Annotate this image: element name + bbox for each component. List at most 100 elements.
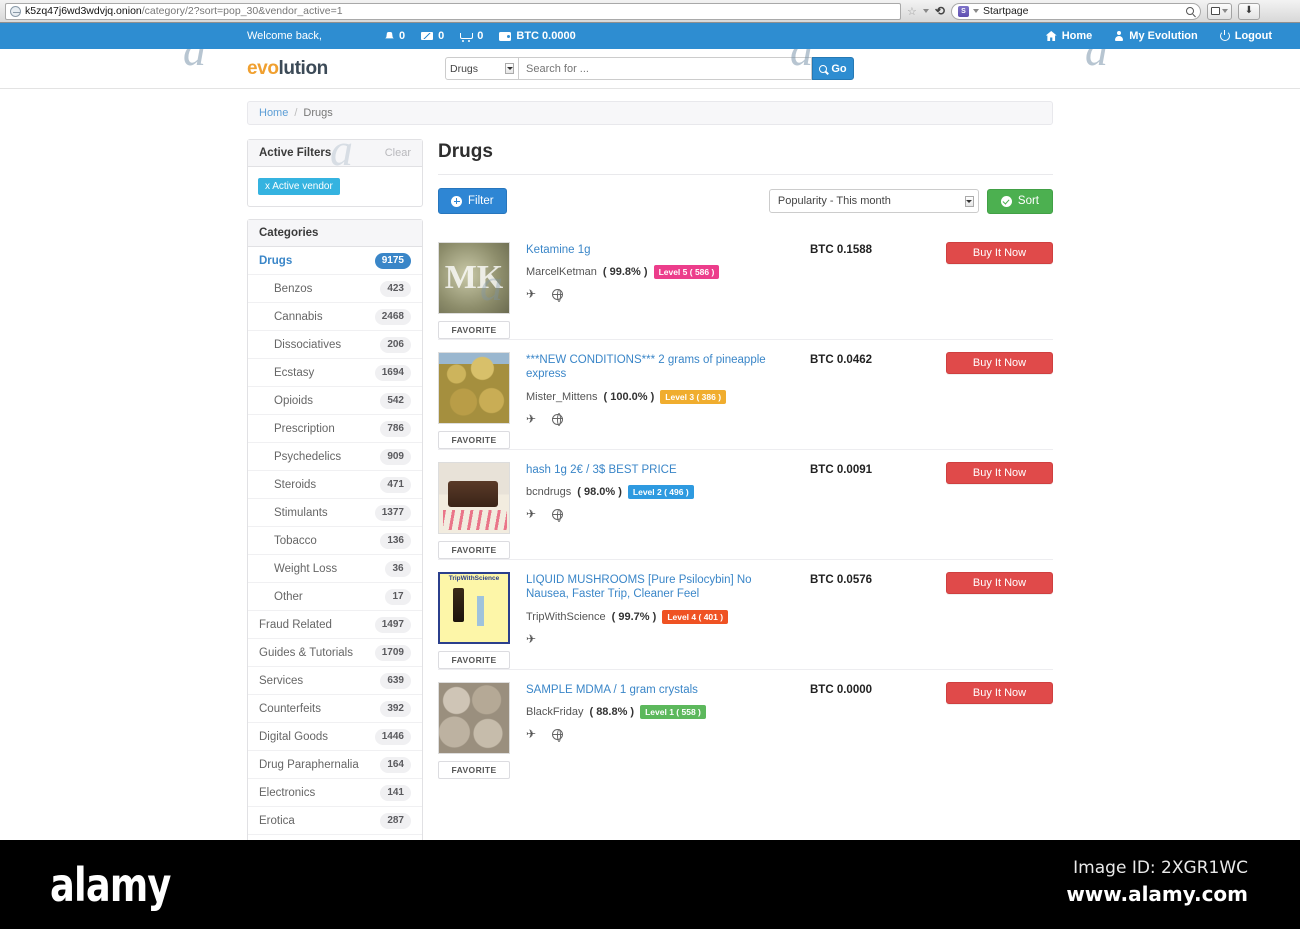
topbar-stats: 0 0 0 BTC 0.0000 xyxy=(385,30,576,42)
nav-logout[interactable]: Logout xyxy=(1219,30,1272,42)
download-button[interactable]: ⬇ xyxy=(1237,2,1260,20)
sidebar-category-psychedelics[interactable]: Psychedelics 909 xyxy=(248,443,422,471)
cart-stat[interactable]: 0 xyxy=(460,30,483,42)
download-icon: ⬇ xyxy=(1244,5,1254,16)
sidebar-category-counterfeits[interactable]: Counterfeits 392 xyxy=(248,695,422,723)
reload-icon[interactable]: ⟳ xyxy=(935,4,945,18)
site-header: evolution Drugs Go xyxy=(0,49,1300,89)
favorite-button[interactable]: FAVORITE xyxy=(438,761,510,779)
vendor-level-badge: Level 4 ( 401 ) xyxy=(662,609,729,624)
listing-thumbnail[interactable] xyxy=(438,682,510,754)
sidebar-category-steroids[interactable]: Steroids 471 xyxy=(248,471,422,499)
sidebar-category-fraud-related[interactable]: Fraud Related 1497 xyxy=(248,611,422,639)
nav-my-evolution[interactable]: My Evolution xyxy=(1114,30,1198,42)
category-count-badge: 2468 xyxy=(374,308,411,325)
sidebar-category-benzos[interactable]: Benzos 423 xyxy=(248,275,422,303)
listing-thumbnail[interactable] xyxy=(438,352,510,424)
vendor-name[interactable]: bcndrugs xyxy=(526,486,571,498)
buy-it-now-button[interactable]: Buy It Now xyxy=(946,462,1053,484)
sidebar-category-cannabis[interactable]: Cannabis 2468 xyxy=(248,303,422,331)
favorite-button[interactable]: FAVORITE xyxy=(438,541,510,559)
sidebar-category-tobacco[interactable]: Tobacco 136 xyxy=(248,527,422,555)
sidebar-category-services[interactable]: Services 639 xyxy=(248,667,422,695)
favorite-button[interactable]: FAVORITE xyxy=(438,321,510,339)
sort-button[interactable]: Sort xyxy=(986,188,1053,214)
sidebar-category-stimulants[interactable]: Stimulants 1377 xyxy=(248,499,422,527)
listing-thumbnail[interactable] xyxy=(438,462,510,534)
buy-it-now-button[interactable]: Buy It Now xyxy=(946,572,1053,594)
sidebar-category-electronics[interactable]: Electronics 141 xyxy=(248,779,422,807)
listing-thumbnail-column: FAVORITE xyxy=(438,682,510,779)
sidebar-category-ecstasy[interactable]: Ecstasy 1694 xyxy=(248,359,422,387)
balance-stat[interactable]: BTC 0.0000 xyxy=(499,30,576,42)
buy-it-now-button[interactable]: Buy It Now xyxy=(946,352,1053,374)
sidebar-category-drugs[interactable]: Drugs 9175 xyxy=(248,247,422,275)
sidebar-category-digital-goods[interactable]: Digital Goods 1446 xyxy=(248,723,422,751)
vendor-name[interactable]: Mister_Mittens xyxy=(526,391,598,403)
breadcrumb-home[interactable]: Home xyxy=(259,107,288,119)
vendor-rating: ( 100.0% ) xyxy=(603,390,655,403)
category-count-badge: 164 xyxy=(380,756,411,773)
category-count-badge: 392 xyxy=(380,700,411,717)
listing-title-link[interactable]: SAMPLE MDMA / 1 gram crystals xyxy=(526,683,794,697)
listing-buy-column: Buy It Now xyxy=(946,352,1053,449)
clear-filters-button[interactable]: Clear xyxy=(385,147,411,159)
category-label: Dissociatives xyxy=(274,338,342,351)
category-count-badge: 1709 xyxy=(374,644,411,661)
listing-price: BTC 0.0576 xyxy=(810,574,873,586)
buy-it-now-button[interactable]: Buy It Now xyxy=(946,242,1053,264)
vendor-rating: ( 98.0% ) xyxy=(577,486,622,499)
site-logo[interactable]: evolution xyxy=(247,58,328,80)
category-label: Weight Loss xyxy=(274,562,338,575)
vendor-name[interactable]: TripWithScience xyxy=(526,611,606,623)
welcome-text: Welcome back, xyxy=(247,30,322,42)
active-filters-header: Active Filters Clear xyxy=(248,140,422,167)
favorite-button[interactable]: FAVORITE xyxy=(438,431,510,449)
category-count-badge: 1446 xyxy=(374,728,411,745)
favorite-button[interactable]: FAVORITE xyxy=(438,651,510,669)
listing-title-link[interactable]: Ketamine 1g xyxy=(526,243,794,257)
category-label: Other xyxy=(274,590,303,603)
chevron-down-icon[interactable] xyxy=(972,9,979,13)
filter-tag-active-vendor[interactable]: x Active vendor xyxy=(258,178,340,195)
category-count-badge: 206 xyxy=(380,336,411,353)
buy-it-now-button[interactable]: Buy It Now xyxy=(946,682,1053,704)
sidebar-category-erotica[interactable]: Erotica 287 xyxy=(248,807,422,835)
listing-thumbnail[interactable] xyxy=(438,572,510,644)
chevron-down-icon[interactable] xyxy=(922,9,929,13)
nav-home[interactable]: Home xyxy=(1045,30,1092,42)
sidebar-category-drug-paraphernalia[interactable]: Drug Paraphernalia 164 xyxy=(248,751,422,779)
listing-vendor-line: BlackFriday ( 88.8% ) Level 1 ( 558 ) xyxy=(526,705,794,720)
vendor-name[interactable]: BlackFriday xyxy=(526,706,583,718)
categories-header: Categories xyxy=(248,220,422,247)
category-label: Ecstasy xyxy=(274,366,315,379)
sidebar-category-prescription[interactable]: Prescription 786 xyxy=(248,415,422,443)
search-icon[interactable] xyxy=(1185,7,1194,15)
screenshot-button[interactable] xyxy=(1206,2,1232,20)
star-icon[interactable]: ☆ xyxy=(907,5,917,18)
sidebar-category-opioids[interactable]: Opioids 542 xyxy=(248,387,422,415)
filter-button[interactable]: Filter xyxy=(438,188,507,214)
messages-stat[interactable]: 0 xyxy=(421,30,444,42)
search-go-button[interactable]: Go xyxy=(812,57,854,80)
notifications-stat[interactable]: 0 xyxy=(385,30,405,42)
sidebar-category-guides-tutorials[interactable]: Guides & Tutorials 1709 xyxy=(248,639,422,667)
address-bar[interactable]: k5zq47j6wd3wdvjq.onion/category/2?sort=p… xyxy=(5,2,901,20)
sort-select[interactable]: Popularity - This month xyxy=(768,189,979,213)
listing-title-link[interactable]: LIQUID MUSHROOMS [Pure Psilocybin] No Na… xyxy=(526,573,794,602)
listing-thumbnail[interactable] xyxy=(438,242,510,314)
sidebar-category-other[interactable]: Other 17 xyxy=(248,583,422,611)
category-count-badge: 136 xyxy=(380,532,411,549)
sidebar-category-dissociatives[interactable]: Dissociatives 206 xyxy=(248,331,422,359)
listing-title-link[interactable]: hash 1g 2€ / 3$ BEST PRICE xyxy=(526,463,794,477)
search-input[interactable] xyxy=(519,57,812,80)
listing-thumbnail-column: FAVORITE xyxy=(438,242,510,339)
sidebar-category-weight-loss[interactable]: Weight Loss 36 xyxy=(248,555,422,583)
listing-vendor-line: TripWithScience ( 99.7% ) Level 4 ( 401 ) xyxy=(526,609,794,624)
vendor-name[interactable]: MarcelKetman xyxy=(526,266,597,278)
listing-buy-column: Buy It Now xyxy=(946,682,1053,779)
categories-title: Categories xyxy=(259,227,319,239)
listing-title-link[interactable]: ***NEW CONDITIONS*** 2 grams of pineappl… xyxy=(526,353,794,382)
search-category-select[interactable]: Drugs xyxy=(445,57,519,80)
browser-search-input[interactable]: S Startpage xyxy=(950,2,1201,20)
